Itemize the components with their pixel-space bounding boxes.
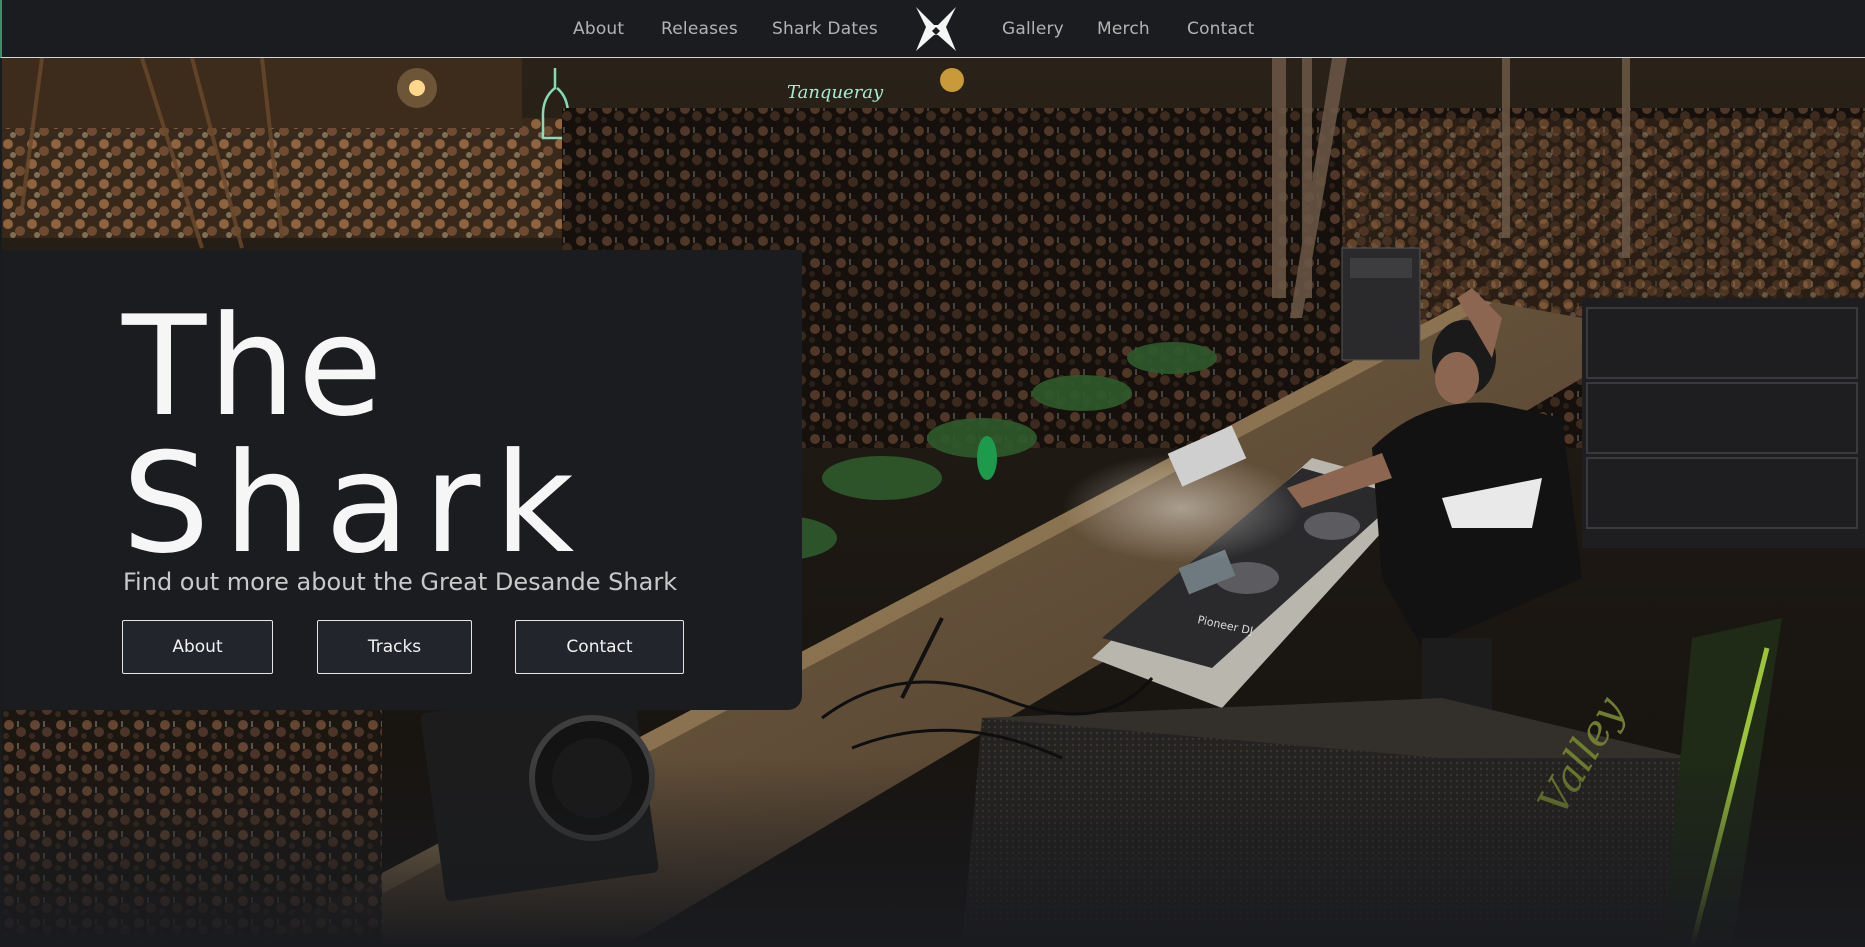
nav-link-releases[interactable]: Releases — [661, 19, 738, 39]
hero-subtitle: Find out more about the Great Desande Sh… — [123, 568, 678, 596]
shark-x-logo-icon[interactable] — [910, 3, 962, 55]
nav-link-about[interactable]: About — [573, 19, 624, 39]
hero-title-line2: Shark — [122, 423, 589, 584]
nav-link-merch[interactable]: Merch — [1097, 19, 1150, 39]
nav-link-contact[interactable]: Contact — [1187, 19, 1255, 39]
venue-sign-text: Tanqueray — [787, 82, 884, 103]
hero-card: The Shark Find out more about the Great … — [2, 250, 802, 710]
nav-link-shark-dates[interactable]: Shark Dates — [772, 19, 878, 39]
contact-button[interactable]: Contact — [515, 620, 684, 674]
about-button[interactable]: About — [122, 620, 273, 674]
nav-link-gallery[interactable]: Gallery — [1002, 19, 1064, 39]
hero-title-line1: The — [122, 286, 385, 447]
top-navbar: About Releases Shark Dates Gallery Merch… — [0, 0, 1865, 58]
tracks-button[interactable]: Tracks — [317, 620, 472, 674]
page: Tanqueray Pioneer DJ Valley About Releas… — [0, 0, 1865, 947]
